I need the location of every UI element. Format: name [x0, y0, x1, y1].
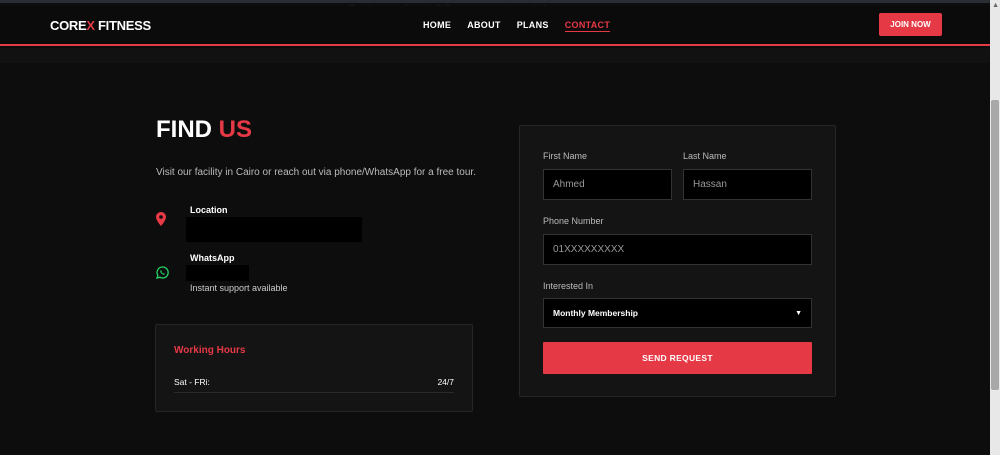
whatsapp-icon	[156, 266, 169, 279]
join-now-button[interactable]: JOIN NOW	[879, 13, 942, 36]
nav-about[interactable]: ABOUT	[467, 20, 501, 32]
first-name-label: First Name	[543, 151, 588, 161]
page-title: FIND US	[156, 116, 253, 143]
logo-accent: X	[86, 18, 95, 33]
last-name-label: Last Name	[683, 151, 727, 161]
scroll-up-icon[interactable]: ▲	[992, 2, 999, 9]
nav-links: HOME ABOUT PLANS CONTACT	[423, 20, 611, 32]
intro-text: Visit our facility in Cairo or reach out…	[156, 167, 476, 178]
send-request-button[interactable]: SEND REQUEST	[543, 342, 812, 374]
logo-text: CORE	[50, 18, 87, 33]
interest-select[interactable]: Monthly Membership ▼	[543, 298, 812, 328]
page: Ready to join the tribe? Our team is wai…	[0, 0, 990, 455]
location-label: Location	[190, 205, 228, 215]
scrollbar-thumb[interactable]	[991, 100, 999, 390]
chevron-down-icon: ▼	[795, 309, 802, 317]
working-hours-title: Working Hours	[174, 345, 246, 356]
nav-plans[interactable]: PLANS	[517, 20, 549, 32]
hours-row: Sat - FRi: 24/7	[174, 377, 454, 393]
contact-form: First Name Last Name Phone Number Intere…	[519, 125, 836, 397]
nav-contact[interactable]: CONTACT	[564, 20, 611, 32]
interest-label: Interested In	[543, 281, 594, 291]
hours-value: 24/7	[437, 377, 454, 387]
whatsapp-label: WhatsApp	[190, 253, 235, 263]
interest-value: Monthly Membership	[553, 308, 639, 318]
logo[interactable]: COREX FITNESS	[50, 18, 151, 33]
scrollbar[interactable]: ▲	[990, 0, 1000, 455]
map-pin-icon	[156, 212, 166, 226]
phone-label: Phone Number	[543, 216, 604, 226]
logo-text: FITNESS	[94, 18, 151, 33]
hours-day: Sat - FRi:	[174, 377, 210, 387]
nav-home[interactable]: HOME	[423, 20, 451, 32]
navbar: COREX FITNESS HOME ABOUT PLANS CONTACT J…	[0, 6, 990, 46]
last-name-input[interactable]	[683, 169, 812, 200]
phone-input[interactable]	[543, 234, 812, 265]
whatsapp-subtext: Instant support available	[190, 283, 288, 293]
working-hours-card: Working Hours Sat - FRi: 24/7	[155, 324, 473, 412]
first-name-input[interactable]	[543, 169, 672, 200]
redacted-phone	[186, 265, 249, 281]
hero-band	[0, 48, 990, 63]
redacted-address	[186, 217, 362, 242]
